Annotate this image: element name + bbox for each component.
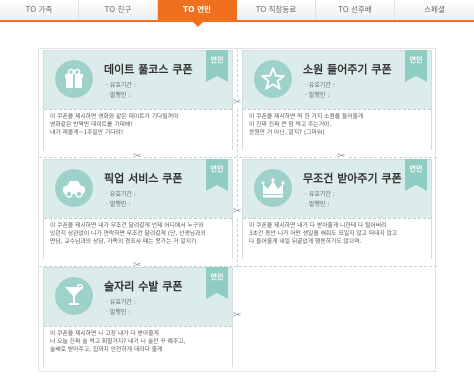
coupon-pickup[interactable]: 연인 픽업 서비스 쿠폰 · 유효기간: · 발행인: 이 쿠폰을 제시하면 내… — [43, 159, 233, 259]
coupon-description: 이 쿠폰을 제시하면 딱 한 가지 소원을 들어줄게 이 진짜 진짜 큰 맘 먹고… — [243, 109, 431, 150]
coupon-title: 술자리 수발 쿠폰 — [104, 280, 183, 293]
tab-coworker[interactable]: TO 직장동료 — [237, 0, 316, 20]
coupon-title: 소원 들어주기 쿠폰 — [303, 63, 392, 76]
coupon-title: 무조건 받아주기 쿠폰 — [303, 172, 402, 185]
coupon-ribbon: 연인 — [206, 267, 228, 299]
coupon-description: 이 쿠폰을 제시하면 니 고장 내가 다 받아줄게 너 오늘 진짜 술 먹고 취할… — [44, 326, 232, 367]
car-icon — [55, 169, 93, 207]
coupon-period: · 유효기간: — [305, 82, 335, 89]
coupon-description: 이 쿠폰을 제시하면 영화와 같은 데이트가 기다릴꺼야 영화같은 반짝반 데이트… — [44, 109, 232, 150]
coupon-issuer: · 발행인: — [305, 201, 330, 208]
coupon-period: · 유효기간: — [106, 191, 136, 198]
category-tab-bar: TO 가족 TO 친구 TO 연인 TO 직장동료 TO 선후배 스페셜 — [0, 0, 474, 22]
coupon-accept-all[interactable]: 연인 무조건 받아주기 쿠폰 · 유효기간: · 발행인: 이 쿠폰을 제시하면… — [242, 159, 432, 259]
tab-lover[interactable]: TO 연인 — [158, 0, 237, 20]
coupon-ribbon: 연인 — [206, 50, 228, 82]
coupon-issuer: · 발행인: — [305, 92, 330, 99]
active-tab-indicator — [193, 22, 203, 27]
coupon-description: 이 쿠폰을 제시하면 내가 무조건 달려갈게 언제 어디에서 누구와 있던지 상관… — [44, 218, 232, 259]
cut-line-horizontal-1 — [39, 157, 437, 158]
tab-special[interactable]: 스페셜 — [395, 0, 474, 20]
cut-line-vertical — [237, 49, 238, 267]
coupon-period: · 유효기간: — [106, 299, 136, 306]
coupon-ribbon: 연인 — [405, 159, 427, 191]
coupon-ribbon: 연인 — [405, 50, 427, 82]
coupon-title: 데이트 풀코스 쿠폰 — [104, 63, 193, 76]
coupon-drinking[interactable]: 연인 술자리 수발 쿠폰 · 유효기간: · 발행인: 이 쿠폰을 제시하면 니… — [43, 267, 233, 367]
coupon-issuer: · 발행인: — [106, 201, 131, 208]
gift-box-icon — [55, 60, 93, 98]
cocktail-icon — [55, 277, 93, 315]
coupon-period: · 유효기간: — [305, 191, 335, 198]
coupon-date-course[interactable]: 연인 데이트 풀코스 쿠폰 · 유효기간: · 발행인: 이 쿠폰을 제시하면 … — [43, 50, 233, 150]
coupon-ribbon: 연인 — [206, 159, 228, 191]
coupon-title: 픽업 서비스 쿠폰 — [104, 172, 183, 185]
coupon-issuer: · 발행인: — [106, 92, 131, 99]
tab-senior-junior[interactable]: TO 선후배 — [316, 0, 395, 20]
star-icon — [254, 60, 292, 98]
coupon-description: 이 쿠폰을 제시하면 내가 다 받아줄게 니한테 다 털어버려 3초간 동안 니가… — [243, 218, 431, 259]
crown-icon — [254, 169, 292, 207]
coupon-period: · 유효기간: — [106, 82, 136, 89]
coupon-issuer: · 발행인: — [106, 309, 131, 316]
tab-family[interactable]: TO 가족 — [0, 0, 79, 20]
tab-friend[interactable]: TO 친구 — [79, 0, 158, 20]
coupon-wish[interactable]: 연인 소원 들어주기 쿠폰 · 유효기간: · 발행인: 이 쿠폰을 제시하면 … — [242, 50, 432, 150]
